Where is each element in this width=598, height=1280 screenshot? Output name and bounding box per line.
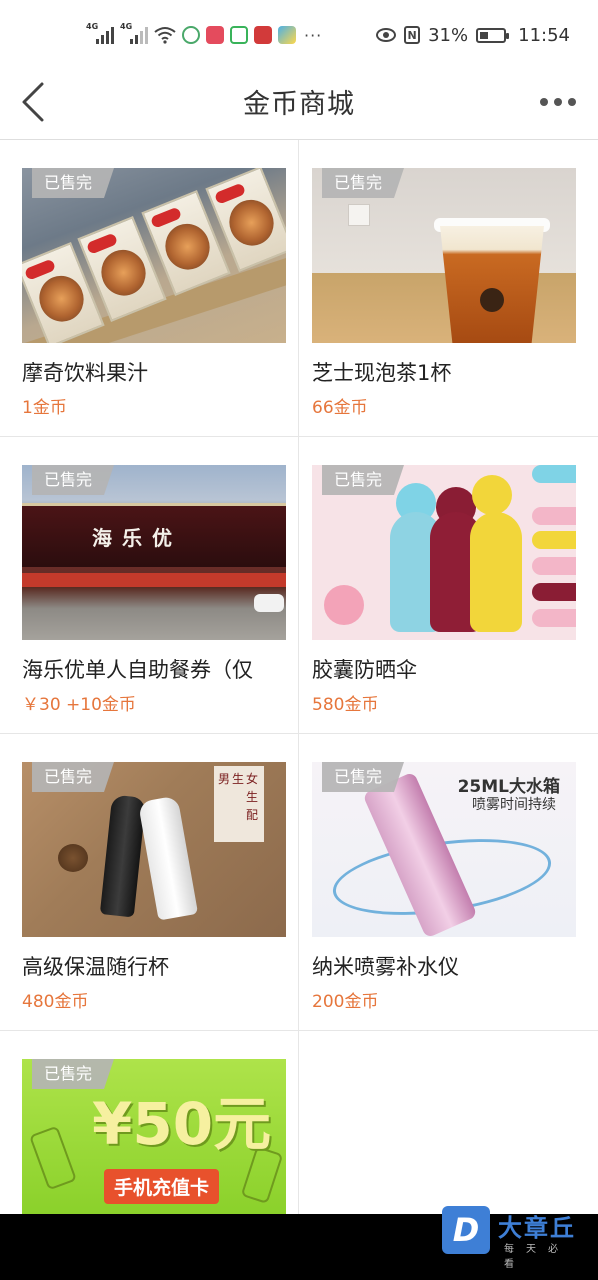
- more-notifications-icon: ···: [304, 25, 323, 45]
- card-amount-text: ¥50元: [92, 1090, 272, 1158]
- product-name: 纳米喷雾补水仪: [312, 955, 459, 979]
- picture-tag-text: 生: [246, 790, 259, 804]
- product-price: 480金币: [22, 992, 89, 1012]
- picture-subtitle-text: 喷雾时间持续: [472, 797, 556, 813]
- phone-icon: [28, 1125, 78, 1191]
- product-card-umbrella[interactable]: 已售完 胶囊防晒伞 580金币: [298, 437, 598, 734]
- product-price: ￥30 +10金币: [22, 695, 136, 715]
- empty-grid-cell: [298, 1031, 598, 1214]
- app-notification-icon: [230, 26, 248, 44]
- product-card-thermos[interactable]: 已售完 男 生 女 生 配 高级保温随行杯 480金币: [0, 734, 298, 1031]
- sold-out-badge: 已售完: [32, 1059, 115, 1089]
- signal-icon-2: 4G: [120, 22, 148, 44]
- product-image: 已售完 25ML大水箱 喷雾时间持续: [312, 762, 576, 937]
- status-left-icons: 4G 4G ···: [86, 22, 322, 48]
- product-card-buffet[interactable]: 已售完 海乐优 海乐优单人自助餐券（仅 ￥30 +10金币: [0, 437, 298, 734]
- more-dot-icon: [568, 98, 576, 106]
- watermark-logo-icon: D: [442, 1206, 490, 1254]
- sold-out-badge: 已售完: [32, 465, 115, 495]
- status-right-icons: N 31% 11:54: [376, 22, 570, 48]
- product-price: 200金币: [312, 992, 379, 1012]
- product-price: 66金币: [312, 398, 368, 418]
- product-name: 高级保温随行杯: [22, 955, 169, 979]
- app-notification-icon: [206, 26, 224, 44]
- clock: 11:54: [518, 24, 570, 46]
- sold-out-badge: 已售完: [32, 168, 115, 198]
- more-dot-icon: [540, 98, 548, 106]
- product-image: 已售完 男 生 女 生 配: [22, 762, 286, 937]
- battery-icon: [476, 27, 510, 43]
- product-image: 已售完: [22, 168, 286, 343]
- watermark-name: 大章丘: [498, 1214, 576, 1242]
- product-card-juice[interactable]: 已售完 摩奇饮料果汁 1金币: [0, 140, 298, 437]
- product-name: 海乐优单人自助餐券（仅: [22, 658, 253, 682]
- product-image: 已售完: [312, 465, 576, 640]
- picture-tag-text: 生: [232, 772, 245, 786]
- sold-out-badge: 已售完: [32, 762, 115, 792]
- product-card-mist-sprayer[interactable]: 已售完 25ML大水箱 喷雾时间持续 纳米喷雾补水仪 200金币: [298, 734, 598, 1031]
- sold-out-badge: 已售完: [322, 168, 405, 198]
- app-notification-icon: [254, 26, 272, 44]
- more-options-button[interactable]: [534, 86, 582, 118]
- product-price: 580金币: [312, 695, 379, 715]
- picture-tag-text: 女: [246, 772, 259, 786]
- app-notification-icon: [182, 26, 200, 44]
- product-image: 已售完 海乐优: [22, 465, 286, 640]
- sold-out-badge: 已售完: [322, 465, 405, 495]
- wifi-icon: [154, 27, 176, 44]
- store-sign-text: 海乐优: [92, 526, 182, 550]
- sold-out-badge: 已售完: [322, 762, 405, 792]
- eye-comfort-icon: [376, 28, 397, 42]
- status-bar: 4G 4G ··· N 31% 11:54: [0, 0, 598, 66]
- product-name: 摩奇饮料果汁: [22, 361, 148, 385]
- product-name: 胶囊防晒伞: [312, 658, 417, 682]
- watermark: D 大章丘 每天必看: [442, 1206, 590, 1272]
- product-name: 芝士现泡茶1杯: [312, 361, 452, 385]
- signal-icon: 4G: [86, 22, 114, 44]
- product-card-phone-card[interactable]: 已售完 ¥50元 手机充值卡: [0, 1031, 298, 1214]
- battery-percent: 31%: [428, 24, 469, 46]
- product-card-tea[interactable]: 已售完 芝士现泡茶1杯 66金币: [298, 140, 598, 437]
- card-label-text: 手机充值卡: [104, 1169, 220, 1204]
- network-type-label: 4G: [86, 22, 99, 31]
- product-image: 已售完 ¥50元 手机充值卡: [22, 1059, 286, 1214]
- picture-tag-text: 男: [218, 772, 231, 786]
- product-price: 1金币: [22, 398, 67, 418]
- app-notification-icon: [278, 26, 296, 44]
- watermark-subtitle: 每天必看: [504, 1244, 570, 1270]
- nfc-icon: N: [404, 26, 421, 44]
- network-type-label-2: 4G: [120, 22, 133, 31]
- more-dot-icon: [554, 98, 562, 106]
- navigation-bar: 金币商城: [0, 66, 598, 140]
- picture-tag-text: 配: [246, 808, 259, 822]
- product-image: 已售完: [312, 168, 576, 343]
- page-title: 金币商城: [243, 89, 355, 120]
